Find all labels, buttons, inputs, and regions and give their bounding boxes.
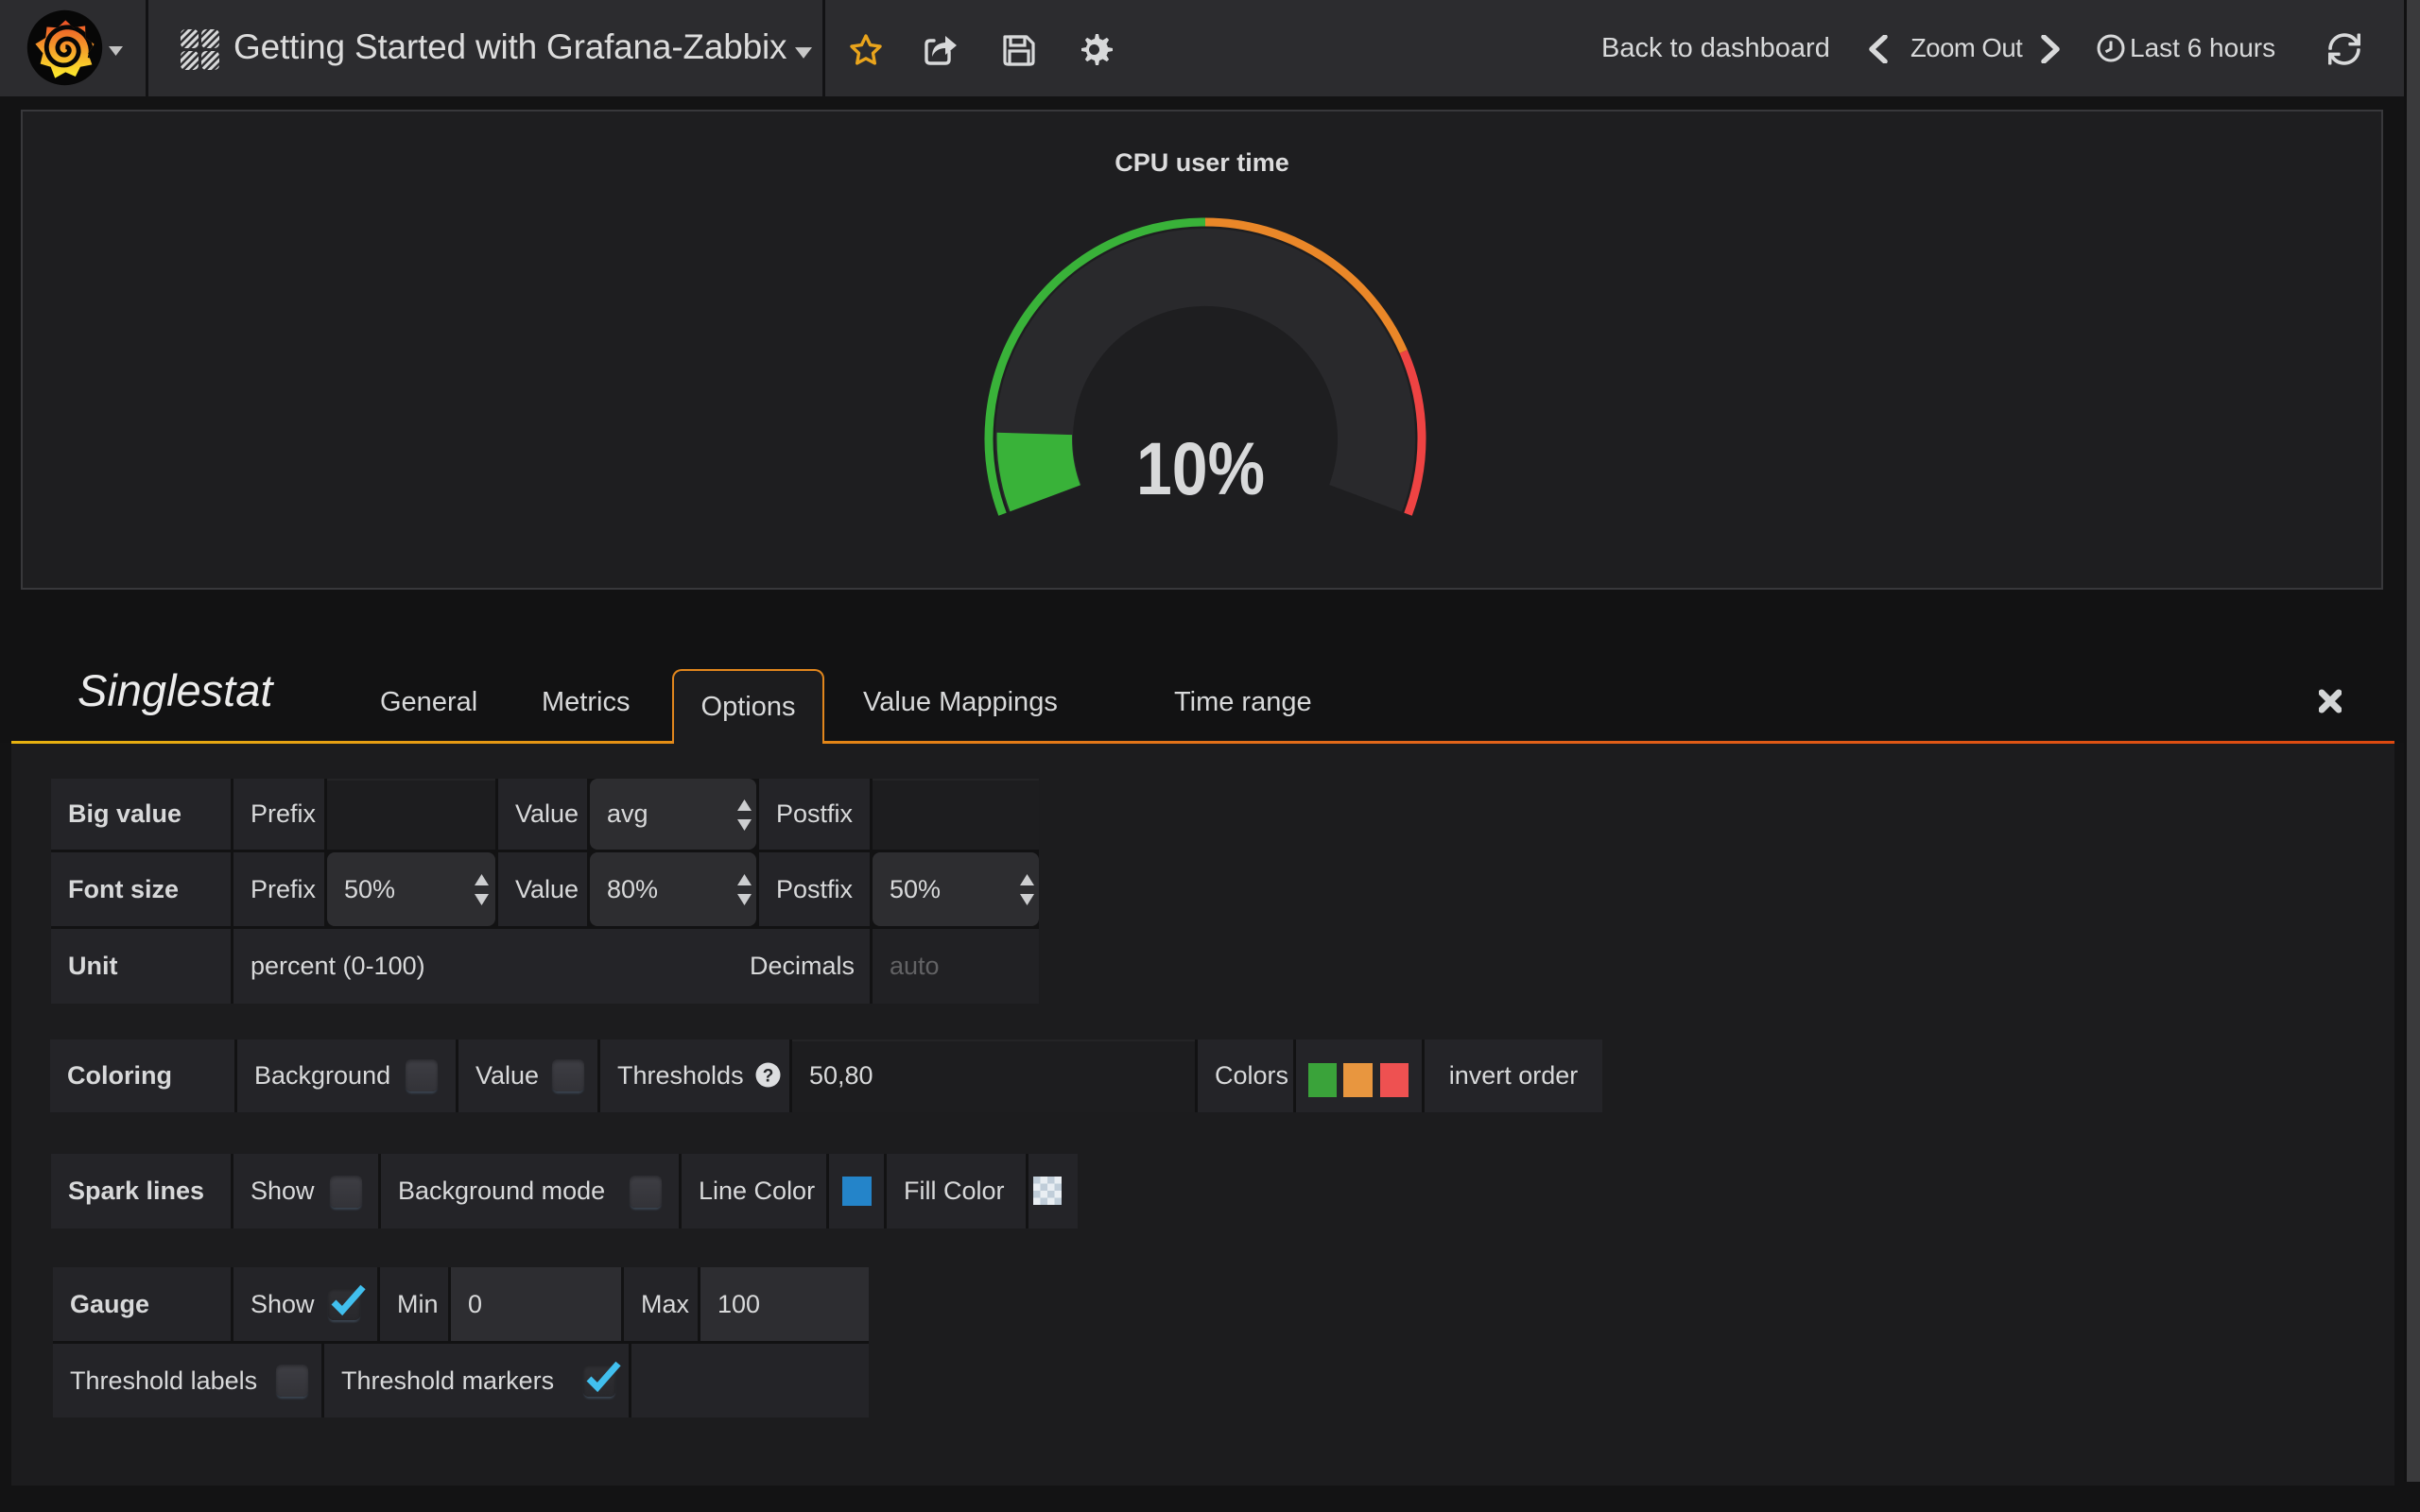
svg-text:?: ? — [763, 1067, 774, 1087]
svg-text:10%: 10% — [1136, 426, 1265, 510]
